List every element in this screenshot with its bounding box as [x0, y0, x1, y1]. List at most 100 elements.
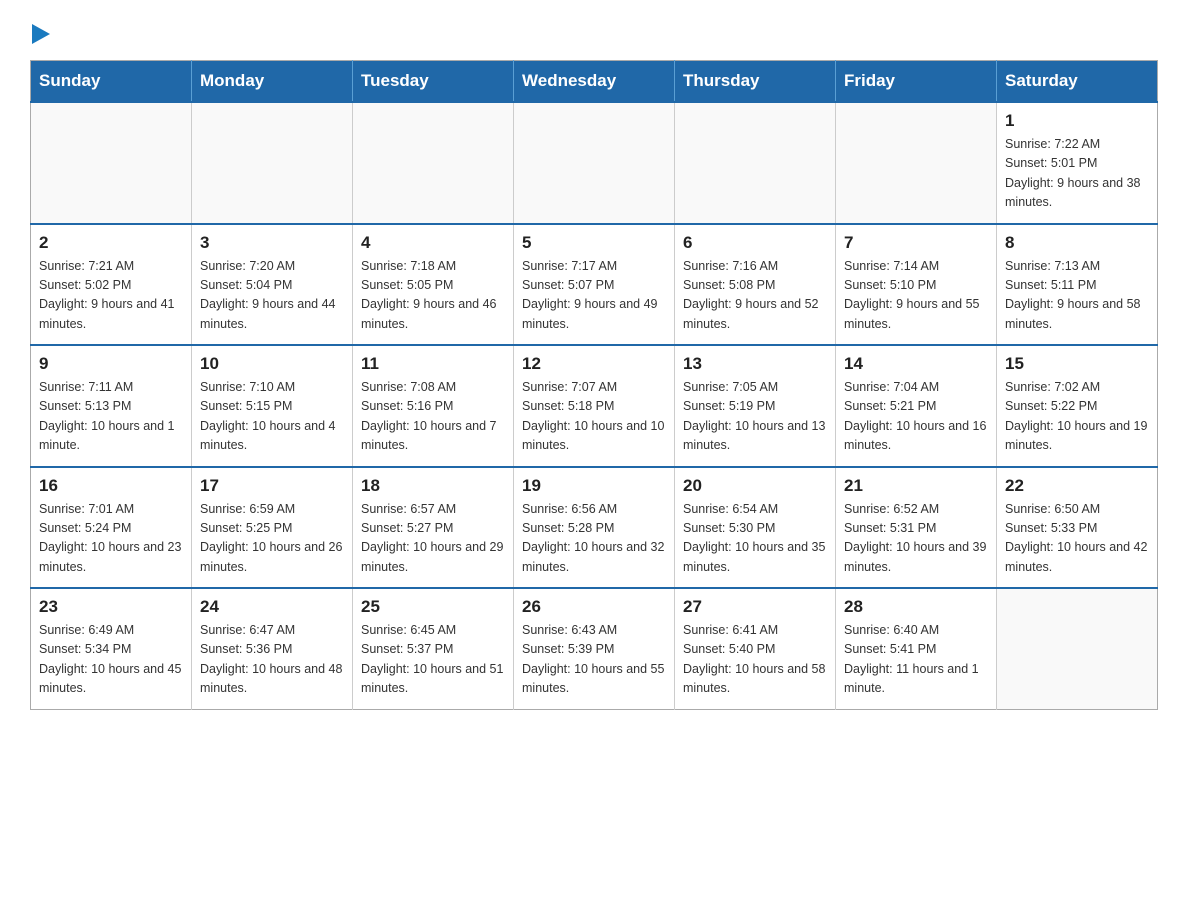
day-number: 14	[844, 354, 988, 374]
calendar-cell: 1 Sunrise: 7:22 AMSunset: 5:01 PMDaylight…	[997, 102, 1158, 224]
day-number: 22	[1005, 476, 1149, 496]
weekday-header-wednesday: Wednesday	[514, 61, 675, 103]
calendar-cell	[353, 102, 514, 224]
calendar-cell: 8Sunrise: 7:13 AMSunset: 5:11 PMDaylight…	[997, 224, 1158, 346]
week-row-5: 23 Sunrise: 6:49 AMSunset: 5:34 PMDayligh…	[31, 588, 1158, 709]
week-row-4: 16 Sunrise: 7:01 AMSunset: 5:24 PMDayligh…	[31, 467, 1158, 589]
calendar-cell: 5 Sunrise: 7:17 AMSunset: 5:07 PMDaylight…	[514, 224, 675, 346]
calendar-cell: 10Sunrise: 7:10 AMSunset: 5:15 PMDayligh…	[192, 345, 353, 467]
calendar-table: SundayMondayTuesdayWednesdayThursdayFrid…	[30, 60, 1158, 710]
day-number: 5	[522, 233, 666, 253]
weekday-header-tuesday: Tuesday	[353, 61, 514, 103]
day-info: Sunrise: 7:08 AMSunset: 5:16 PMDaylight:…	[361, 378, 505, 456]
day-info: Sunrise: 6:54 AMSunset: 5:30 PMDaylight:…	[683, 500, 827, 578]
calendar-cell: 6 Sunrise: 7:16 AMSunset: 5:08 PMDaylight…	[675, 224, 836, 346]
day-info: Sunrise: 7:02 AMSunset: 5:22 PMDaylight:…	[1005, 378, 1149, 456]
calendar-cell: 15 Sunrise: 7:02 AMSunset: 5:22 PMDayligh…	[997, 345, 1158, 467]
calendar-cell	[997, 588, 1158, 709]
calendar-cell: 12 Sunrise: 7:07 AMSunset: 5:18 PMDayligh…	[514, 345, 675, 467]
weekday-header-sunday: Sunday	[31, 61, 192, 103]
calendar-cell	[31, 102, 192, 224]
calendar-cell	[675, 102, 836, 224]
calendar-cell: 3 Sunrise: 7:20 AMSunset: 5:04 PMDaylight…	[192, 224, 353, 346]
calendar-cell: 4Sunrise: 7:18 AMSunset: 5:05 PMDaylight…	[353, 224, 514, 346]
day-info: Sunrise: 7:18 AMSunset: 5:05 PMDaylight:…	[361, 257, 505, 335]
day-info: Sunrise: 6:50 AMSunset: 5:33 PMDaylight:…	[1005, 500, 1149, 578]
calendar-cell: 9 Sunrise: 7:11 AMSunset: 5:13 PMDaylight…	[31, 345, 192, 467]
calendar-cell: 18 Sunrise: 6:57 AMSunset: 5:27 PMDayligh…	[353, 467, 514, 589]
day-info: Sunrise: 7:21 AMSunset: 5:02 PMDaylight:…	[39, 257, 183, 335]
day-info: Sunrise: 7:14 AMSunset: 5:10 PMDaylight:…	[844, 257, 988, 335]
calendar-cell: 17 Sunrise: 6:59 AMSunset: 5:25 PMDayligh…	[192, 467, 353, 589]
day-info: Sunrise: 6:57 AMSunset: 5:27 PMDaylight:…	[361, 500, 505, 578]
week-row-3: 9 Sunrise: 7:11 AMSunset: 5:13 PMDaylight…	[31, 345, 1158, 467]
day-info: Sunrise: 6:43 AMSunset: 5:39 PMDaylight:…	[522, 621, 666, 699]
day-number: 1	[1005, 111, 1149, 131]
calendar-cell: 7 Sunrise: 7:14 AMSunset: 5:10 PMDaylight…	[836, 224, 997, 346]
day-number: 28	[844, 597, 988, 617]
day-info: Sunrise: 7:07 AMSunset: 5:18 PMDaylight:…	[522, 378, 666, 456]
calendar-cell: 20 Sunrise: 6:54 AMSunset: 5:30 PMDayligh…	[675, 467, 836, 589]
day-info: Sunrise: 7:04 AMSunset: 5:21 PMDaylight:…	[844, 378, 988, 456]
day-number: 9	[39, 354, 183, 374]
calendar-cell: 23 Sunrise: 6:49 AMSunset: 5:34 PMDayligh…	[31, 588, 192, 709]
day-info: Sunrise: 7:22 AMSunset: 5:01 PMDaylight:…	[1005, 135, 1149, 213]
day-info: Sunrise: 7:01 AMSunset: 5:24 PMDaylight:…	[39, 500, 183, 578]
day-number: 24	[200, 597, 344, 617]
day-info: Sunrise: 6:59 AMSunset: 5:25 PMDaylight:…	[200, 500, 344, 578]
day-info: Sunrise: 6:49 AMSunset: 5:34 PMDaylight:…	[39, 621, 183, 699]
day-number: 2	[39, 233, 183, 253]
day-number: 15	[1005, 354, 1149, 374]
page-header	[30, 20, 1158, 40]
day-info: Sunrise: 7:13 AMSunset: 5:11 PMDaylight:…	[1005, 257, 1149, 335]
day-info: Sunrise: 7:16 AMSunset: 5:08 PMDaylight:…	[683, 257, 827, 335]
day-number: 12	[522, 354, 666, 374]
day-info: Sunrise: 7:05 AMSunset: 5:19 PMDaylight:…	[683, 378, 827, 456]
day-number: 11	[361, 354, 505, 374]
calendar-cell: 14 Sunrise: 7:04 AMSunset: 5:21 PMDayligh…	[836, 345, 997, 467]
calendar-cell: 28Sunrise: 6:40 AMSunset: 5:41 PMDayligh…	[836, 588, 997, 709]
weekday-header-row: SundayMondayTuesdayWednesdayThursdayFrid…	[31, 61, 1158, 103]
day-number: 13	[683, 354, 827, 374]
day-info: Sunrise: 7:10 AMSunset: 5:15 PMDaylight:…	[200, 378, 344, 456]
day-number: 20	[683, 476, 827, 496]
day-info: Sunrise: 7:11 AMSunset: 5:13 PMDaylight:…	[39, 378, 183, 456]
day-info: Sunrise: 6:52 AMSunset: 5:31 PMDaylight:…	[844, 500, 988, 578]
day-number: 16	[39, 476, 183, 496]
weekday-header-monday: Monday	[192, 61, 353, 103]
calendar-cell: 22 Sunrise: 6:50 AMSunset: 5:33 PMDayligh…	[997, 467, 1158, 589]
logo-arrow-icon	[32, 24, 50, 44]
calendar-cell: 27 Sunrise: 6:41 AMSunset: 5:40 PMDayligh…	[675, 588, 836, 709]
calendar-cell: 2 Sunrise: 7:21 AMSunset: 5:02 PMDaylight…	[31, 224, 192, 346]
calendar-cell: 25Sunrise: 6:45 AMSunset: 5:37 PMDayligh…	[353, 588, 514, 709]
calendar-header: SundayMondayTuesdayWednesdayThursdayFrid…	[31, 61, 1158, 103]
day-number: 27	[683, 597, 827, 617]
day-info: Sunrise: 7:20 AMSunset: 5:04 PMDaylight:…	[200, 257, 344, 335]
week-row-1: 1 Sunrise: 7:22 AMSunset: 5:01 PMDaylight…	[31, 102, 1158, 224]
calendar-cell	[514, 102, 675, 224]
day-number: 7	[844, 233, 988, 253]
calendar-cell	[836, 102, 997, 224]
day-number: 17	[200, 476, 344, 496]
logo	[30, 20, 50, 40]
calendar-cell: 26 Sunrise: 6:43 AMSunset: 5:39 PMDayligh…	[514, 588, 675, 709]
week-row-2: 2 Sunrise: 7:21 AMSunset: 5:02 PMDaylight…	[31, 224, 1158, 346]
calendar-cell: 21Sunrise: 6:52 AMSunset: 5:31 PMDayligh…	[836, 467, 997, 589]
day-info: Sunrise: 6:56 AMSunset: 5:28 PMDaylight:…	[522, 500, 666, 578]
day-info: Sunrise: 7:17 AMSunset: 5:07 PMDaylight:…	[522, 257, 666, 335]
day-number: 26	[522, 597, 666, 617]
day-info: Sunrise: 6:41 AMSunset: 5:40 PMDaylight:…	[683, 621, 827, 699]
calendar-cell: 19Sunrise: 6:56 AMSunset: 5:28 PMDayligh…	[514, 467, 675, 589]
calendar-cell: 11 Sunrise: 7:08 AMSunset: 5:16 PMDayligh…	[353, 345, 514, 467]
day-number: 6	[683, 233, 827, 253]
weekday-header-saturday: Saturday	[997, 61, 1158, 103]
day-number: 3	[200, 233, 344, 253]
day-number: 18	[361, 476, 505, 496]
day-info: Sunrise: 6:45 AMSunset: 5:37 PMDaylight:…	[361, 621, 505, 699]
day-number: 23	[39, 597, 183, 617]
day-info: Sunrise: 6:47 AMSunset: 5:36 PMDaylight:…	[200, 621, 344, 699]
calendar-cell	[192, 102, 353, 224]
weekday-header-thursday: Thursday	[675, 61, 836, 103]
calendar-cell: 13 Sunrise: 7:05 AMSunset: 5:19 PMDayligh…	[675, 345, 836, 467]
weekday-header-friday: Friday	[836, 61, 997, 103]
